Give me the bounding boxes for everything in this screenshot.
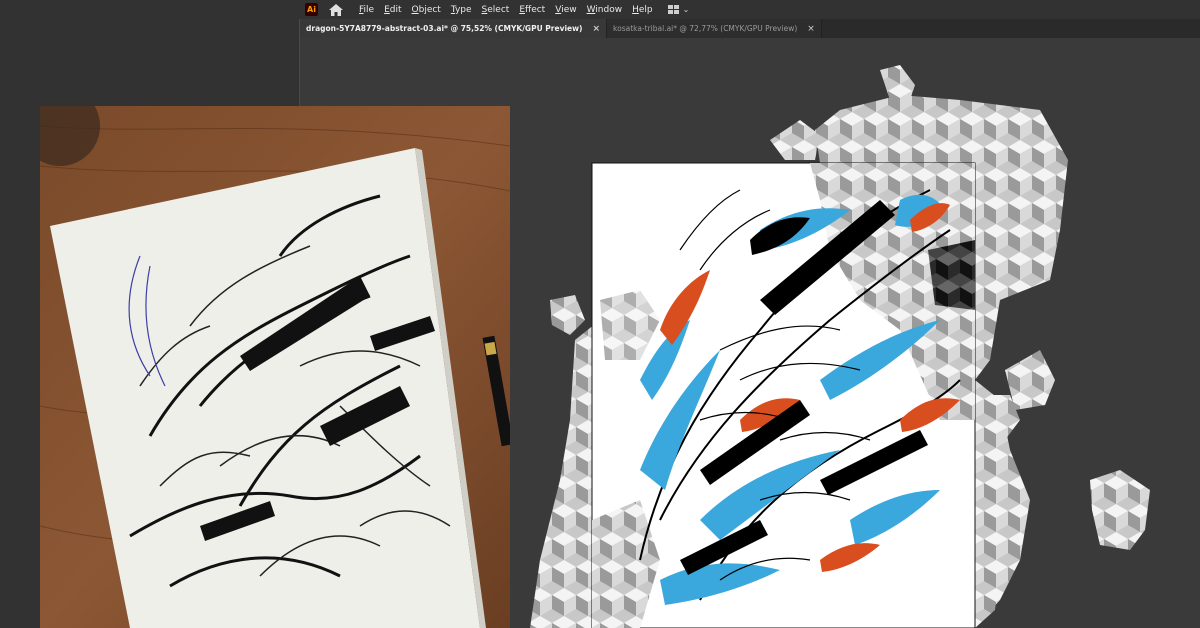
home-icon[interactable] <box>328 3 344 17</box>
close-icon[interactable]: × <box>592 24 600 34</box>
menu-help[interactable]: Help <box>632 5 653 15</box>
menu-select[interactable]: Select <box>482 5 510 15</box>
menu-items: File Edit Object Type Select Effect View… <box>359 5 663 15</box>
menu-edit[interactable]: Edit <box>384 5 401 15</box>
menu-bar: Ai File Edit Object Type Select Effect V… <box>300 0 1200 19</box>
tab-kosatka-doc[interactable]: kosatka-tribal.ai* @ 72,77% (CMYK/GPU Pr… <box>607 19 822 38</box>
sketch-photo <box>40 106 510 628</box>
menu-window[interactable]: Window <box>587 5 623 15</box>
menu-effect[interactable]: Effect <box>519 5 545 15</box>
document-tab-bar: dragon-5Y7A8779-abstract-03.ai* @ 75,52%… <box>300 19 1200 38</box>
tab-label: kosatka-tribal.ai* @ 72,77% (CMYK/GPU Pr… <box>613 24 798 33</box>
workspace-switcher-icon <box>667 5 679 14</box>
menu-object[interactable]: Object <box>412 5 441 15</box>
workspace-switcher[interactable]: ⌄ <box>667 5 690 14</box>
menu-type[interactable]: Type <box>451 5 472 15</box>
close-icon[interactable]: × <box>807 24 815 34</box>
left-dark-panel <box>0 0 299 106</box>
menu-view[interactable]: View <box>555 5 576 15</box>
illustrator-logo-icon: Ai <box>305 3 318 16</box>
tab-dragon-doc[interactable]: dragon-5Y7A8779-abstract-03.ai* @ 75,52%… <box>300 19 608 38</box>
chevron-down-icon: ⌄ <box>682 5 690 14</box>
tab-label: dragon-5Y7A8779-abstract-03.ai* @ 75,52%… <box>306 24 583 33</box>
menu-file[interactable]: File <box>359 5 374 15</box>
